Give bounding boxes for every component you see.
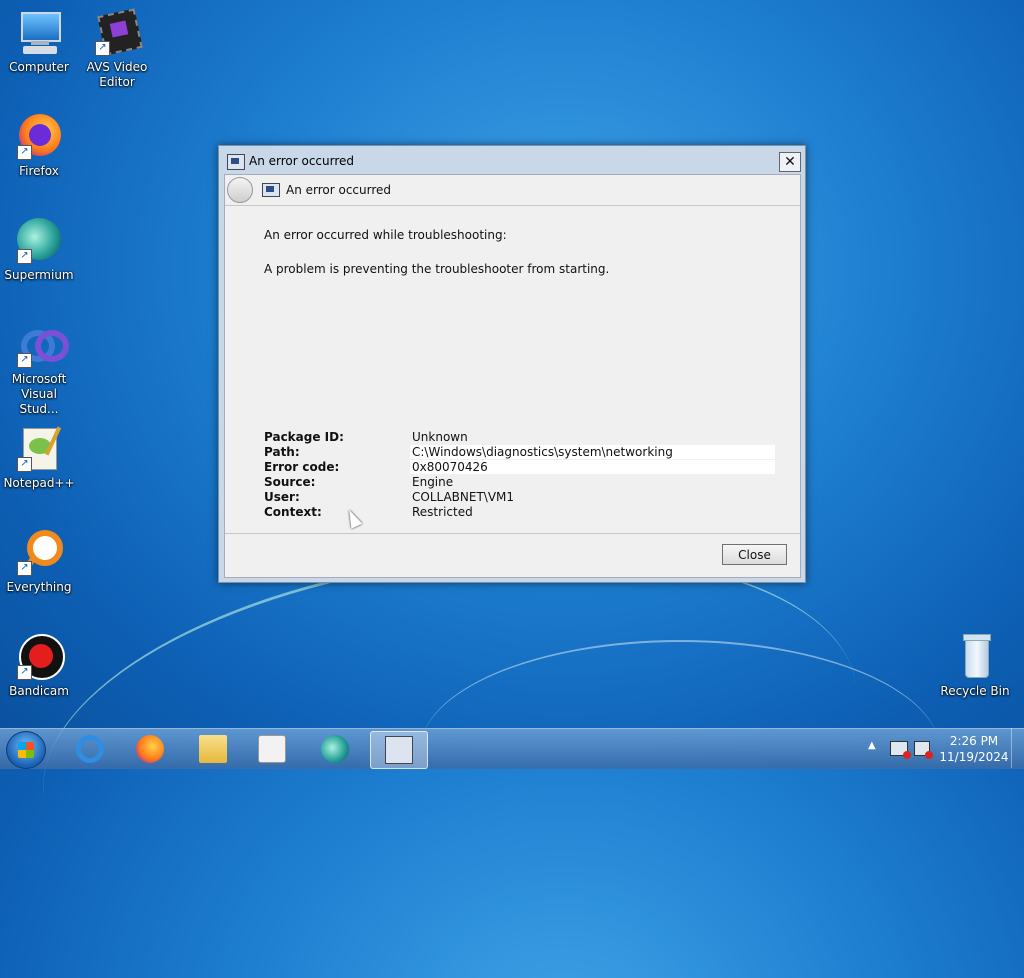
supermium-icon (321, 735, 349, 763)
shortcut-arrow-icon: ↗ (17, 561, 32, 576)
taskbar-firefox[interactable] (122, 731, 178, 767)
detail-row-path: Path: C:\Windows\diagnostics\system\netw… (264, 445, 775, 460)
detail-value: Unknown (412, 430, 468, 444)
desktop-icon-supermium[interactable]: ↗ Supermium (0, 216, 78, 283)
close-icon[interactable]: ✕ (779, 152, 801, 172)
detail-value: C:\Windows\diagnostics\system\networking (410, 445, 775, 459)
tray-expand-arrow-icon[interactable]: ▲ (868, 740, 876, 751)
clock-time: 2:26 PM (949, 734, 999, 748)
desktop-icon-label: Notepad++ (3, 476, 75, 490)
media-player-icon (258, 735, 286, 763)
visual-studio-icon: ↗ (15, 320, 69, 368)
film-strip-icon: ↗ (93, 8, 143, 56)
supermium-icon: ↗ (15, 216, 63, 264)
network-error-icon[interactable] (890, 741, 911, 759)
error-details: Package ID: Unknown Path: C:\Windows\dia… (264, 430, 775, 520)
taskbar-troubleshooter[interactable] (370, 731, 428, 769)
desktop-icon-label: Everything (6, 580, 72, 594)
taskbar-file-explorer[interactable] (185, 731, 241, 767)
desktop-icon-label: Recycle Bin (940, 684, 1010, 698)
desktop-icon-label: Computer (9, 60, 69, 74)
dialog-content: An error occurred An error occurred whil… (224, 174, 801, 578)
dialog-titlebar[interactable]: An error occurred ✕ (223, 150, 801, 174)
desktop-icon-label: Supermium (4, 268, 74, 282)
troubleshooter-icon (385, 736, 413, 764)
internet-explorer-icon (76, 735, 104, 763)
taskbar-internet-explorer[interactable] (62, 731, 118, 767)
detail-key: User: (264, 490, 300, 504)
detail-row-user: User: COLLABNET\VM1 (264, 490, 775, 505)
back-button[interactable] (227, 177, 253, 203)
detail-row-context: Context: Restricted (264, 505, 775, 520)
troubleshooter-icon (227, 154, 245, 170)
shortcut-arrow-icon: ↗ (17, 145, 32, 160)
shortcut-arrow-icon: ↗ (17, 457, 32, 472)
show-desktop-button[interactable] (1011, 728, 1024, 768)
dialog-title: An error occurred (249, 154, 355, 168)
folder-icon (199, 735, 227, 763)
error-description: A problem is preventing the troubleshoot… (264, 262, 610, 276)
desktop-icon-label: Firefox (19, 164, 59, 178)
desktop-icon-bandicam[interactable]: ↗ Bandicam (0, 632, 78, 699)
detail-key: Error code: (264, 460, 340, 474)
taskbar-supermium[interactable] (307, 731, 363, 767)
nav-title: An error occurred (286, 183, 392, 197)
desktop-icon-notepad-plus-plus[interactable]: ↗ Notepad++ (0, 424, 78, 491)
firefox-icon (136, 735, 164, 763)
shortcut-arrow-icon: ↗ (17, 665, 32, 680)
desktop-icon-avs-video-editor[interactable]: ↗ AVS Video Editor (78, 8, 156, 90)
detail-row-package-id: Package ID: Unknown (264, 430, 775, 445)
detail-key: Source: (264, 475, 316, 489)
computer-icon (15, 8, 63, 56)
detail-key: Package ID: (264, 430, 344, 444)
error-message: An error occurred while troubleshooting: (264, 228, 507, 242)
desktop-icon-everything[interactable]: ↗ Everything (0, 528, 78, 595)
close-button[interactable]: Close (722, 544, 787, 565)
firefox-icon: ↗ (15, 112, 63, 160)
detail-value: Engine (412, 475, 454, 489)
detail-row-source: Source: Engine (264, 475, 775, 490)
detail-key: Path: (264, 445, 300, 459)
clock-date: 11/19/2024 (939, 750, 1009, 764)
start-button[interactable] (6, 731, 46, 769)
desktop-icon-label: AVS Video Editor (86, 60, 148, 89)
detail-value: COLLABNET\VM1 (412, 490, 515, 504)
shortcut-arrow-icon: ↗ (95, 41, 110, 56)
shortcut-arrow-icon: ↗ (17, 249, 32, 264)
detail-key: Context: (264, 505, 322, 519)
detail-value: Restricted (412, 505, 473, 519)
desktop-icon-label: Microsoft Visual Stud... (11, 372, 67, 416)
magnifier-icon: ↗ (15, 528, 63, 576)
detail-value: 0x80070426 (410, 460, 775, 474)
divider (225, 533, 800, 534)
detail-row-error-code: Error code: 0x80070426 (264, 460, 775, 475)
troubleshooter-icon (262, 183, 280, 197)
error-dialog: An error occurred ✕ An error occurred An… (218, 145, 806, 583)
record-icon: ↗ (15, 632, 65, 680)
taskbar-clock[interactable]: 2:26 PM 11/19/2024 (935, 733, 1013, 765)
desktop-icon-computer[interactable]: Computer (0, 8, 78, 75)
notepad-plus-plus-icon: ↗ (15, 424, 63, 472)
desktop-icon-recycle-bin[interactable]: Recycle Bin (936, 632, 1014, 699)
shortcut-arrow-icon: ↗ (17, 353, 32, 368)
taskbar-media-player[interactable] (244, 731, 300, 767)
desktop-icon-visual-studio[interactable]: ↗ Microsoft Visual Stud... (0, 320, 78, 417)
dialog-navbar: An error occurred (225, 175, 800, 206)
desktop-icon-firefox[interactable]: ↗ Firefox (0, 112, 78, 179)
desktop-icon-label: Bandicam (9, 684, 69, 698)
volume-muted-icon[interactable] (914, 741, 933, 759)
recycle-bin-icon (951, 632, 999, 680)
